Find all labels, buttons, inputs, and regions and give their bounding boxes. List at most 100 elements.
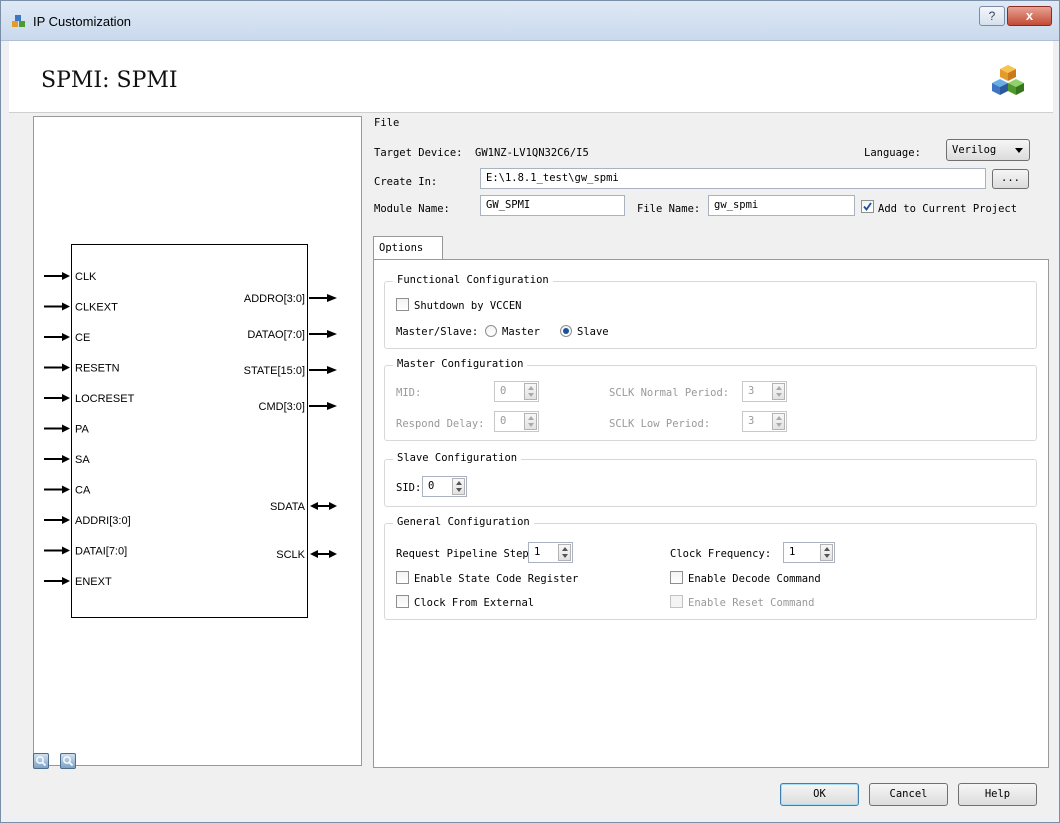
options-panel: Functional Configuration Shutdown by VCC… [373,259,1049,768]
add-project-checkbox[interactable] [861,200,874,213]
module-name-input[interactable]: GW_SPMI [480,195,625,216]
arrow-right-icon [329,502,337,510]
tab-options[interactable]: Options [373,236,443,260]
sclk-normal-label: SCLK Normal Period: [609,387,730,399]
sid-spinbox[interactable]: 0 [422,476,467,497]
symbol-preview: CLK CLKEXT CE RESETN LOCRESET PA SA CA ADDRI[3:0… [33,116,362,766]
general-config-title: General Configuration [393,516,534,528]
app-icon [12,15,25,27]
bidir-pin-label: SDATA [270,501,306,513]
pipeline-spinbox[interactable]: 1 [528,542,573,563]
add-project-label: Add to Current Project [878,203,1018,215]
decode-command-checkbox[interactable] [670,571,683,584]
help-button[interactable]: Help [958,783,1037,806]
slave-config-group: Slave Configuration SID: 0 [384,452,1037,507]
arrow-right-icon [62,455,70,463]
arrow-right-icon [62,577,70,585]
arrow-right-icon [62,272,70,280]
clock-external-label: Clock From External [414,597,535,609]
functional-config-group: Functional Configuration Shutdown by VCC… [384,274,1037,349]
input-pin-label: DATAI[7:0] [75,546,127,558]
general-config-group: General Configuration Request Pipeline S… [384,516,1037,620]
create-in-input[interactable]: E:\1.8.1_test\gw_spmi [480,168,986,189]
mid-spinbox[interactable]: 0 [494,381,539,402]
zoom-in-icon[interactable] [33,753,49,769]
arrow-left-icon [310,550,318,558]
arrow-right-icon [327,330,337,338]
language-select[interactable]: Verilog [946,139,1030,161]
clock-frequency-spinbox[interactable]: 1 [783,542,835,563]
file-name-label: File Name: [637,203,701,215]
target-device-value: GW1NZ-LV1QN32C6/I5 [475,147,589,159]
input-pin-label: ADDRI[3:0] [75,515,131,527]
reset-command-checkbox[interactable] [670,595,683,608]
language-value: Verilog [952,144,997,156]
ip-cubes-icon [992,65,1024,95]
slave-config-title: Slave Configuration [393,452,522,464]
clock-frequency-label: Clock Frequency: [670,548,772,560]
arrow-right-icon [327,366,337,374]
respond-delay-label: Respond Delay: [396,418,485,430]
arrow-right-icon [62,394,70,402]
ok-button[interactable]: OK [780,783,859,806]
arrow-right-icon [62,363,70,372]
master-slave-label: Master/Slave: [396,326,479,338]
input-pin-label: CLK [75,271,97,283]
slave-radio-label: Slave [577,326,609,338]
shutdown-label: Shutdown by VCCEN [414,300,522,312]
output-pin-label: ADDRO[3:0] [244,293,305,305]
language-label: Language: [864,147,921,159]
sclk-low-spinbox[interactable]: 3 [742,411,787,432]
output-pin-label: CMD[3:0] [259,401,305,413]
help-title-button[interactable]: ? [979,6,1005,26]
arrow-right-icon [327,402,337,410]
symbol-pins: CLK CLKEXT CE RESETN LOCRESET PA SA CA ADDRI[3:0… [44,271,337,588]
arrow-left-icon [310,502,318,510]
master-config-group: Master Configuration MID: 0 Respond Dela… [384,358,1037,441]
input-pin-label: LOCRESET [75,393,135,405]
input-pin-label: RESETN [75,363,120,375]
pipeline-label: Request Pipeline Steps: [396,548,542,560]
output-pin-label: DATAO[7:0] [247,329,305,341]
shutdown-checkbox[interactable] [396,298,409,311]
arrow-right-icon [62,424,70,433]
arrow-right-icon [62,516,70,524]
file-section-label: File [374,117,400,129]
bidir-pin-label: SCLK [276,549,305,561]
mid-label: MID: [396,387,422,399]
header-area: SPMI: SPMI [9,41,1053,113]
file-name-input[interactable]: gw_spmi [708,195,855,216]
sclk-low-label: SCLK Low Period: [609,418,711,430]
arrow-right-icon [62,333,70,341]
input-pin-label: CE [75,332,90,344]
module-name-label: Module Name: [374,203,450,215]
input-pin-label: CLKEXT [75,302,118,314]
zoom-out-icon[interactable] [60,753,76,769]
state-code-checkbox[interactable] [396,571,409,584]
arrow-right-icon [62,485,70,494]
chevron-down-icon [1015,148,1023,153]
slave-radio[interactable] [560,325,572,337]
arrow-right-icon [62,302,70,311]
master-radio[interactable] [485,325,497,337]
clock-external-checkbox[interactable] [396,595,409,608]
browse-button[interactable]: ... [992,169,1029,189]
close-button[interactable]: x [1007,6,1052,26]
cancel-button[interactable]: Cancel [869,783,948,806]
title-bar[interactable]: IP Customization ? x [1,1,1059,41]
decode-command-label: Enable Decode Command [688,573,821,585]
master-radio-label: Master [502,326,540,338]
input-pin-label: SA [75,454,90,466]
respond-delay-spinbox[interactable]: 0 [494,411,539,432]
input-pin-label: PA [75,424,90,436]
dialog-window: IP Customization ? x SPMI: SPMI CLK CLKEX… [0,0,1060,823]
functional-config-title: Functional Configuration [393,274,553,286]
arrow-right-icon [327,294,337,302]
page-title: SPMI: SPMI [41,68,178,93]
window-title: IP Customization [33,14,132,29]
output-pin-label: STATE[15:0] [244,365,305,377]
target-device-label: Target Device: [374,147,463,159]
sclk-normal-spinbox[interactable]: 3 [742,381,787,402]
create-in-label: Create In: [374,176,438,188]
arrow-right-icon [62,546,70,555]
